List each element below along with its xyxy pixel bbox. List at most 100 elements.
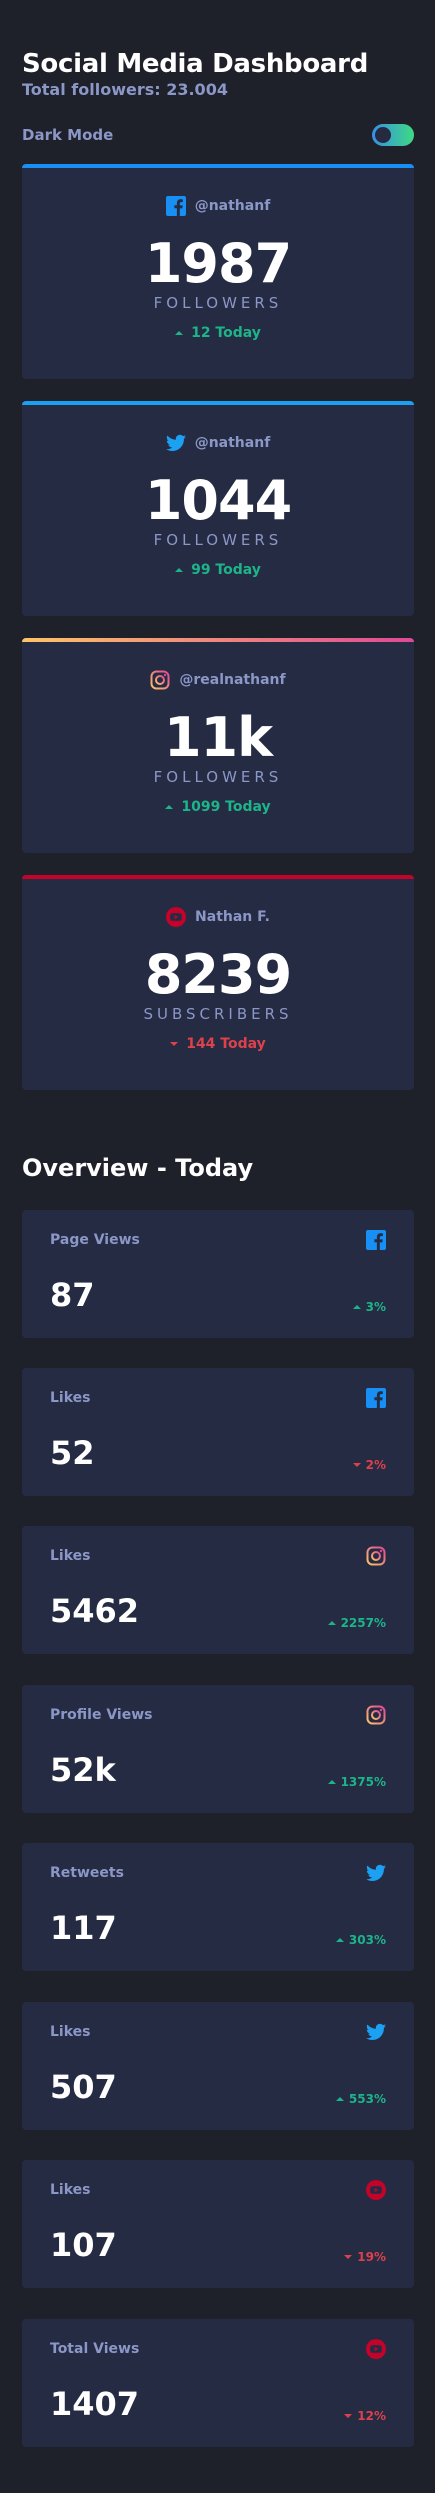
overview-card[interactable]: Total Views 1407 12%: [22, 2319, 414, 2447]
overview-title: Overview - Today: [22, 1154, 254, 1182]
today-change: 1099 Today: [22, 799, 414, 815]
card-accent-bar: [22, 875, 414, 879]
overview-card[interactable]: Retweets 117 303%: [22, 1843, 414, 1971]
dark-mode-label: Dark Mode: [22, 126, 114, 144]
youtube-icon: [166, 907, 186, 927]
overview-change: 12%: [344, 2409, 386, 2423]
header: Social Media Dashboard Total followers: …: [22, 48, 414, 100]
today-change-text: 12 Today: [191, 325, 261, 341]
overview-card[interactable]: Likes 107 19%: [22, 2160, 414, 2288]
instagram-icon: [366, 1546, 386, 1566]
arrow-up-icon: [335, 1938, 344, 1942]
card-handle: @realnathanf: [179, 672, 286, 688]
overview-value: 117: [50, 1909, 117, 1947]
overview-label: Profile Views: [50, 1707, 153, 1723]
dark-mode-toggle[interactable]: [372, 124, 414, 146]
card-user: @nathanf: [22, 433, 414, 453]
arrow-up-icon: [327, 1780, 336, 1784]
card-youtube[interactable]: Nathan F. 8239 SUBSCRIBERS 144 Today: [22, 875, 414, 1090]
follower-unit: SUBSCRIBERS: [143, 1005, 293, 1023]
overview-label: Total Views: [50, 2341, 140, 2357]
overview-change: 3%: [352, 1300, 386, 1314]
instagram-icon: [150, 670, 170, 690]
overview-change: 303%: [335, 1933, 386, 1947]
twitter-icon: [166, 433, 186, 453]
overview-value: 107: [50, 2226, 117, 2264]
card-instagram[interactable]: @realnathanf 11k FOLLOWERS 1099 Today: [22, 638, 414, 853]
overview-change-text: 12%: [357, 2409, 386, 2423]
overview-card[interactable]: Profile Views 52k 1375%: [22, 1685, 414, 1813]
card-user: @nathanf: [22, 196, 414, 216]
dark-mode-row: Dark Mode: [22, 124, 414, 146]
today-change: 144 Today: [22, 1036, 414, 1052]
arrow-up-icon: [352, 1305, 361, 1309]
facebook-icon: [166, 196, 186, 216]
arrow-up-icon: [165, 805, 174, 809]
youtube-icon: [366, 2339, 386, 2359]
card-user: @realnathanf: [22, 670, 414, 690]
overview-change-text: 553%: [348, 2092, 386, 2106]
arrow-down-icon: [170, 1042, 179, 1046]
overview-value: 5462: [50, 1592, 140, 1630]
overview-value: 52k: [50, 1751, 116, 1789]
overview-change-text: 2257%: [340, 1616, 386, 1630]
overview-label: Likes: [50, 1390, 91, 1406]
follower-count: 8239: [144, 943, 292, 1006]
overview-label: Likes: [50, 2024, 91, 2040]
follower-count: 1987: [144, 232, 292, 295]
card-accent-bar: [22, 401, 414, 405]
arrow-down-icon: [352, 1463, 361, 1467]
card-user: Nathan F.: [22, 907, 414, 927]
overview-change: 2257%: [327, 1616, 386, 1630]
youtube-icon: [366, 2180, 386, 2200]
toggle-knob: [375, 127, 391, 143]
overview-change: 19%: [344, 2250, 386, 2264]
arrow-up-icon: [327, 1621, 336, 1625]
twitter-icon: [366, 2022, 386, 2042]
card-accent-bar: [22, 638, 414, 642]
today-change-text: 99 Today: [191, 562, 261, 578]
arrow-up-icon: [175, 331, 184, 335]
overview-change-text: 303%: [348, 1933, 386, 1947]
overview-label: Retweets: [50, 1865, 124, 1881]
overview-change-text: 1375%: [340, 1775, 386, 1789]
today-change-text: 1099 Today: [181, 799, 271, 815]
card-handle: Nathan F.: [195, 909, 270, 925]
follower-count: 11k: [163, 706, 273, 769]
overview-change: 1375%: [327, 1775, 386, 1789]
overview-card[interactable]: Page Views 87 3%: [22, 1210, 414, 1338]
follower-count: 1044: [144, 469, 292, 532]
overview-change-text: 19%: [357, 2250, 386, 2264]
arrow-up-icon: [175, 568, 184, 572]
overview-card[interactable]: Likes 507 553%: [22, 2002, 414, 2130]
instagram-icon: [366, 1705, 386, 1725]
today-change: 12 Today: [22, 325, 414, 341]
arrow-down-icon: [344, 2255, 353, 2259]
overview-value: 52: [50, 1434, 95, 1472]
card-handle: @nathanf: [194, 435, 271, 451]
today-change-text: 144 Today: [186, 1036, 266, 1052]
follower-unit: FOLLOWERS: [153, 768, 283, 786]
overview-label: Likes: [50, 1548, 91, 1564]
card-accent-bar: [22, 164, 414, 168]
total-followers: Total followers: 23.004: [22, 80, 228, 99]
arrow-up-icon: [335, 2097, 344, 2101]
overview-label: Likes: [50, 2182, 91, 2198]
follower-unit: FOLLOWERS: [153, 531, 283, 549]
overview-value: 507: [50, 2068, 117, 2106]
overview-card[interactable]: Likes 52 2%: [22, 1368, 414, 1496]
overview-change-text: 2%: [365, 1458, 386, 1472]
facebook-icon: [366, 1230, 386, 1250]
follower-unit: FOLLOWERS: [153, 294, 283, 312]
overview-change: 2%: [352, 1458, 386, 1472]
today-change: 99 Today: [22, 562, 414, 578]
card-twitter[interactable]: @nathanf 1044 FOLLOWERS 99 Today: [22, 401, 414, 616]
overview-card[interactable]: Likes 5462 2257%: [22, 1526, 414, 1654]
card-handle: @nathanf: [194, 198, 271, 214]
overview-change-text: 3%: [365, 1300, 386, 1314]
card-facebook[interactable]: @nathanf 1987 FOLLOWERS 12 Today: [22, 164, 414, 379]
page-title: Social Media Dashboard: [22, 49, 369, 79]
overview-label: Page Views: [50, 1232, 140, 1248]
twitter-icon: [366, 1863, 386, 1883]
arrow-down-icon: [344, 2414, 353, 2418]
